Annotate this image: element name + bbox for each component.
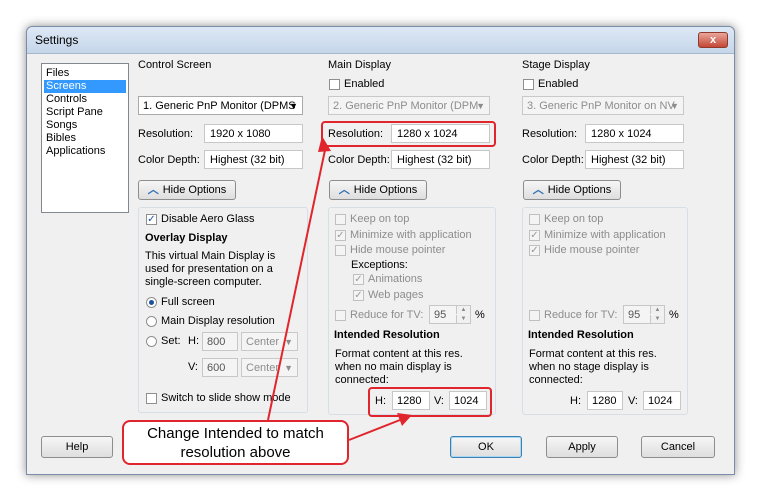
arrow-to-intended (348, 419, 401, 441)
arrow-head-resolution-icon (318, 136, 331, 152)
callout-line1: Change Intended to match (147, 425, 324, 442)
callout-line2: resolution above (180, 444, 291, 461)
annotation-callout: Change Intended to match resolution abov… (122, 420, 349, 465)
arrow-to-resolution (267, 149, 326, 421)
annotation-arrows (267, 136, 412, 441)
